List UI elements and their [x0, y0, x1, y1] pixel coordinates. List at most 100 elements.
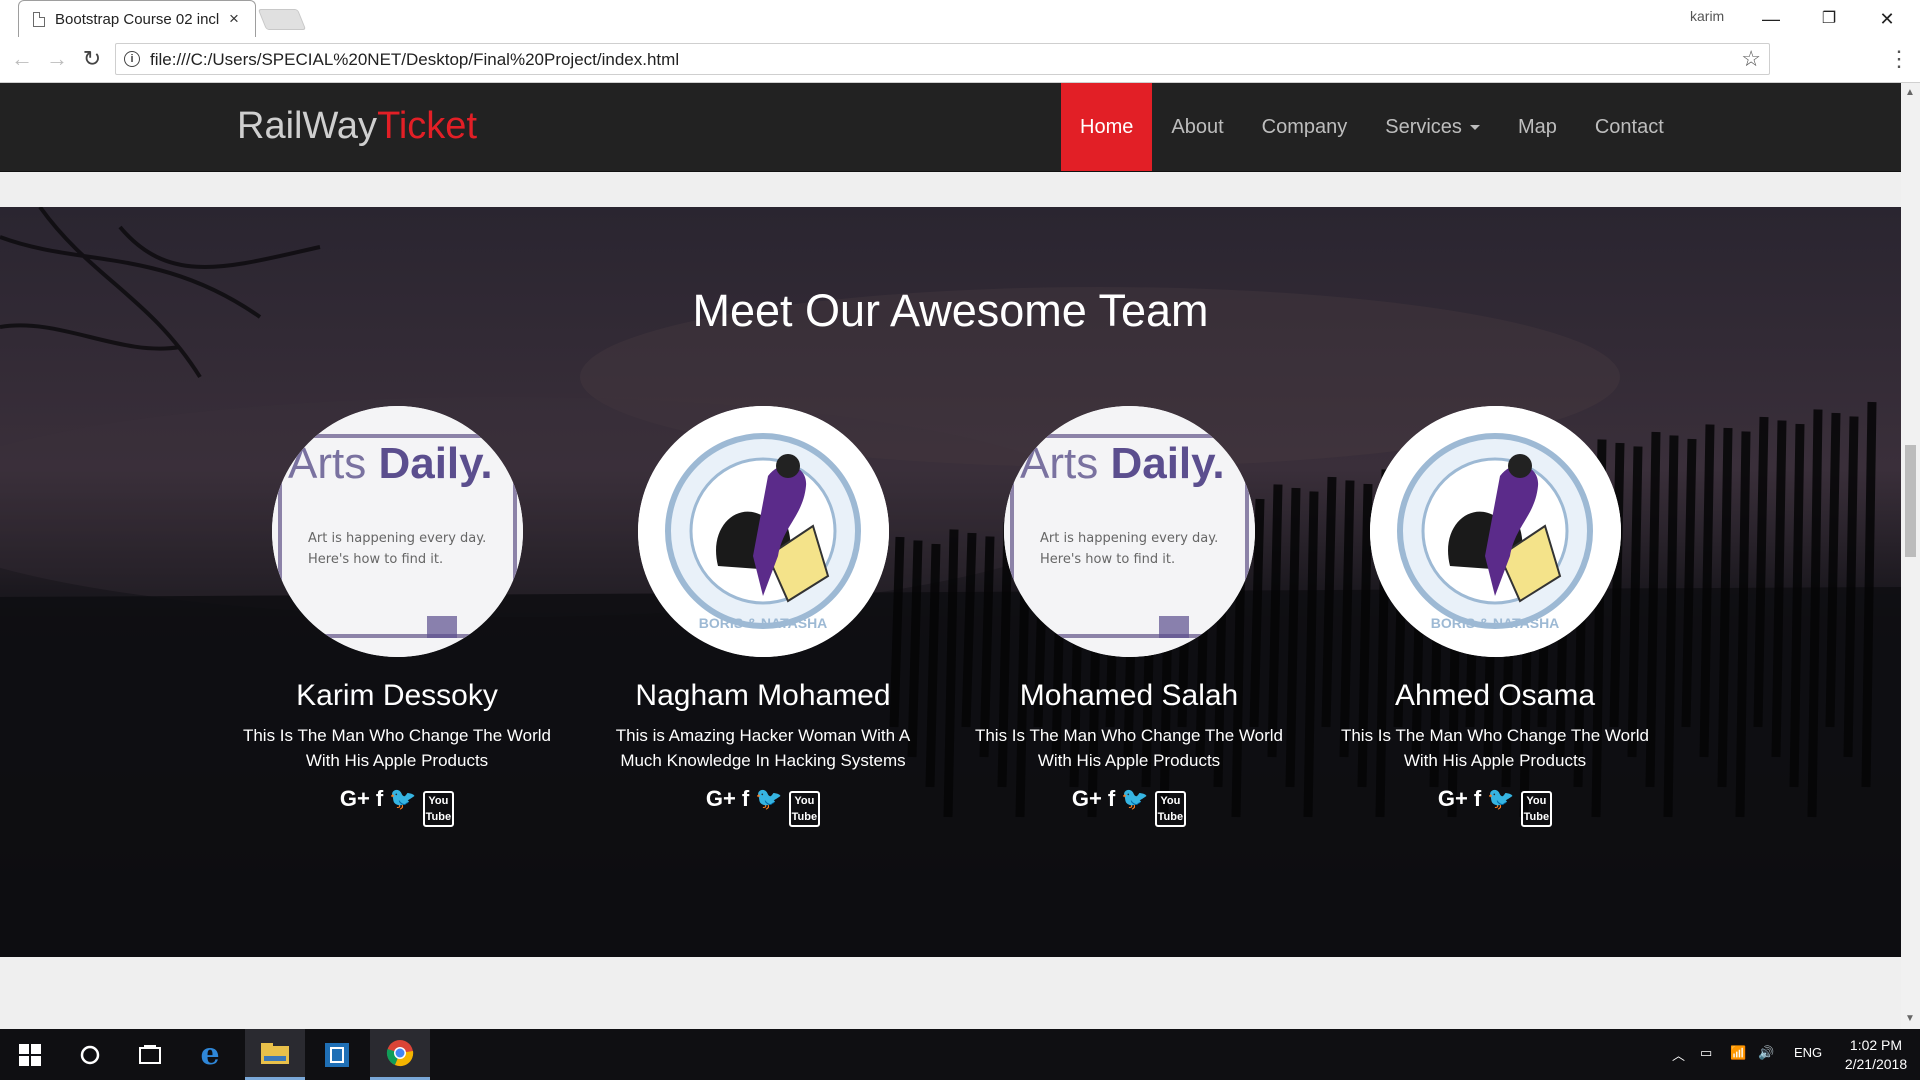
member-avatar-arts-daily: Arts Daily. Art is happening every day. …	[1003, 406, 1255, 657]
scroll-up-arrow-icon[interactable]: ▲	[1905, 87, 1915, 98]
task-view-icon[interactable]	[120, 1029, 180, 1080]
fence-post	[1807, 409, 1823, 818]
menu-kebab-icon[interactable]: ⋮	[1888, 45, 1910, 73]
social-links: G+ f 🐦 You Tube	[593, 787, 933, 827]
member-avatar-arts-daily: Arts Daily. Art is happening every day. …	[271, 406, 523, 657]
fence-post	[1717, 427, 1733, 788]
page-scrollbar[interactable]: ▲ ▼	[1901, 83, 1920, 1029]
fence-post	[1681, 438, 1697, 728]
show-hidden-icons[interactable]: ︿	[1672, 1045, 1685, 1064]
browser-tab[interactable]: Bootstrap Course 02 incl ×	[18, 0, 256, 37]
member-name: Karim Dessoky	[296, 679, 498, 712]
social-links: G+ f 🐦 You Tube	[1325, 787, 1665, 827]
tab-close-icon[interactable]: ×	[229, 9, 239, 29]
youtube-icon[interactable]: You Tube	[788, 791, 821, 827]
google-plus-icon[interactable]: G+	[1438, 787, 1468, 827]
scrollbar-thumb[interactable]	[1905, 445, 1916, 557]
google-plus-icon[interactable]: G+	[706, 787, 736, 827]
arts-daily-logo-text: Arts	[1020, 439, 1110, 488]
youtube-icon[interactable]: You Tube	[422, 791, 455, 827]
team-title: Meet Our Awesome Team	[692, 285, 1209, 336]
twitter-icon[interactable]: 🐦	[1121, 787, 1148, 827]
system-clock[interactable]: 1:02 PM 2/21/2018	[1836, 1036, 1916, 1074]
bookmark-star-icon[interactable]: ☆	[1741, 46, 1761, 72]
minimize-button[interactable]: —	[1748, 4, 1794, 34]
network-icon[interactable]: 📶	[1730, 1045, 1746, 1061]
page-viewport: RailWayTicket Home About Company Service…	[0, 83, 1901, 1029]
member-bio: This Is The Man Who Change The World Wit…	[242, 726, 552, 770]
clock-time: 1:02 PM	[1849, 1037, 1903, 1053]
social-links: G+ f 🐦 You Tube	[959, 787, 1299, 827]
file-explorer-icon[interactable]	[245, 1029, 305, 1080]
twitter-icon[interactable]: 🐦	[1487, 787, 1514, 827]
back-arrow-icon[interactable]: ←	[8, 45, 36, 73]
nav-home[interactable]: Home	[1061, 83, 1153, 171]
windows-taskbar: e ︿ ▭ 📶 🔊 ENG 1:02 PM 2/21/2018	[0, 1029, 1920, 1080]
chrome-icon[interactable]	[370, 1029, 430, 1080]
brand-part-1: RailWay	[237, 105, 378, 147]
site-navbar: RailWayTicket Home About Company Service…	[0, 83, 1901, 172]
site-nav: Home About Company Services Map Contact	[1061, 83, 1683, 171]
volume-icon[interactable]: 🔊	[1758, 1045, 1774, 1061]
forward-arrow-icon[interactable]: →	[43, 45, 71, 73]
youtube-icon[interactable]: You Tube	[1520, 791, 1553, 827]
clock-date: 2/21/2018	[1844, 1056, 1908, 1072]
restore-button[interactable]: ❐	[1806, 4, 1852, 34]
facebook-icon[interactable]: f	[742, 787, 749, 827]
team-member-card: BORIS & NATASHA Nagham Mohamed This is A…	[593, 406, 933, 827]
nav-about[interactable]: About	[1152, 83, 1242, 171]
nav-services[interactable]: Services	[1366, 83, 1499, 171]
fence-post	[1789, 423, 1805, 788]
team-member-card: Arts Daily. Art is happening every day. …	[959, 406, 1299, 827]
fence-post	[1303, 491, 1319, 818]
battery-icon[interactable]: ▭	[1700, 1045, 1712, 1061]
site-brand[interactable]: RailWayTicket	[237, 105, 477, 148]
nav-contact[interactable]: Contact	[1576, 83, 1683, 171]
facebook-icon[interactable]: f	[376, 787, 383, 827]
team-member-card: BORIS & NATASHA Ahmed Osama This Is The …	[1325, 406, 1665, 827]
member-bio: This Is The Man Who Change The World Wit…	[1340, 726, 1650, 770]
youtube-icon[interactable]: You Tube	[1154, 791, 1187, 827]
language-indicator[interactable]: ENG	[1794, 1045, 1822, 1060]
google-plus-icon[interactable]: G+	[340, 787, 370, 827]
nav-services-label: Services	[1385, 116, 1462, 138]
svg-text:Arts Daily.: Arts Daily.	[288, 439, 493, 488]
start-icon[interactable]	[0, 1029, 60, 1080]
app-icon[interactable]	[307, 1029, 367, 1080]
close-window-button[interactable]: ✕	[1864, 4, 1910, 34]
member-bio: This is Amazing Hacker Woman With A Much…	[615, 726, 911, 770]
fence-post	[1663, 435, 1679, 818]
google-plus-icon[interactable]: G+	[1072, 787, 1102, 827]
browser-titlebar: Bootstrap Course 02 incl × karim — ❐ ✕	[0, 0, 1920, 37]
edge-icon[interactable]: e	[180, 1029, 240, 1080]
fence-post	[1771, 420, 1787, 758]
fence-post	[1753, 416, 1769, 728]
boris-natasha-ring-text: BORIS & NATASHA	[698, 615, 827, 631]
member-name: Mohamed Salah	[1019, 679, 1239, 712]
info-icon[interactable]: i	[124, 51, 140, 67]
svg-text:Here's how to find it.: Here's how to find it.	[308, 552, 443, 567]
twitter-icon[interactable]: 🐦	[389, 787, 416, 827]
scroll-down-arrow-icon[interactable]: ▼	[1905, 1013, 1915, 1024]
facebook-icon[interactable]: f	[1474, 787, 1481, 827]
new-tab-button[interactable]	[257, 9, 307, 30]
address-bar[interactable]: i file:///C:/Users/SPECIAL%20NET/Desktop…	[115, 43, 1770, 75]
page-icon	[33, 12, 45, 27]
svg-text:Arts Daily.: Arts Daily.	[1020, 439, 1225, 488]
facebook-icon[interactable]: f	[1108, 787, 1115, 827]
cortana-icon[interactable]	[60, 1029, 120, 1080]
team-member-card: Arts Daily. Art is happening every day. …	[227, 406, 567, 827]
tab-title: Bootstrap Course 02 incl	[55, 11, 220, 28]
nav-company[interactable]: Company	[1243, 83, 1367, 171]
fence-post	[943, 529, 959, 818]
svg-text:Here's how to find it.: Here's how to find it.	[1040, 552, 1175, 567]
browser-toolbar: ← → ↻ i file:///C:/Users/SPECIAL%20NET/D…	[0, 37, 1920, 83]
twitter-icon[interactable]: 🐦	[755, 787, 782, 827]
fence-post	[1699, 424, 1715, 758]
profile-name[interactable]: karim	[1690, 8, 1724, 24]
reload-icon[interactable]: ↻	[78, 45, 106, 73]
social-links: G+ f 🐦 You Tube	[227, 787, 567, 827]
url-text[interactable]: file:///C:/Users/SPECIAL%20NET/Desktop/F…	[150, 50, 679, 70]
member-avatar-boris-natasha: BORIS & NATASHA	[637, 406, 889, 657]
nav-map[interactable]: Map	[1499, 83, 1576, 171]
